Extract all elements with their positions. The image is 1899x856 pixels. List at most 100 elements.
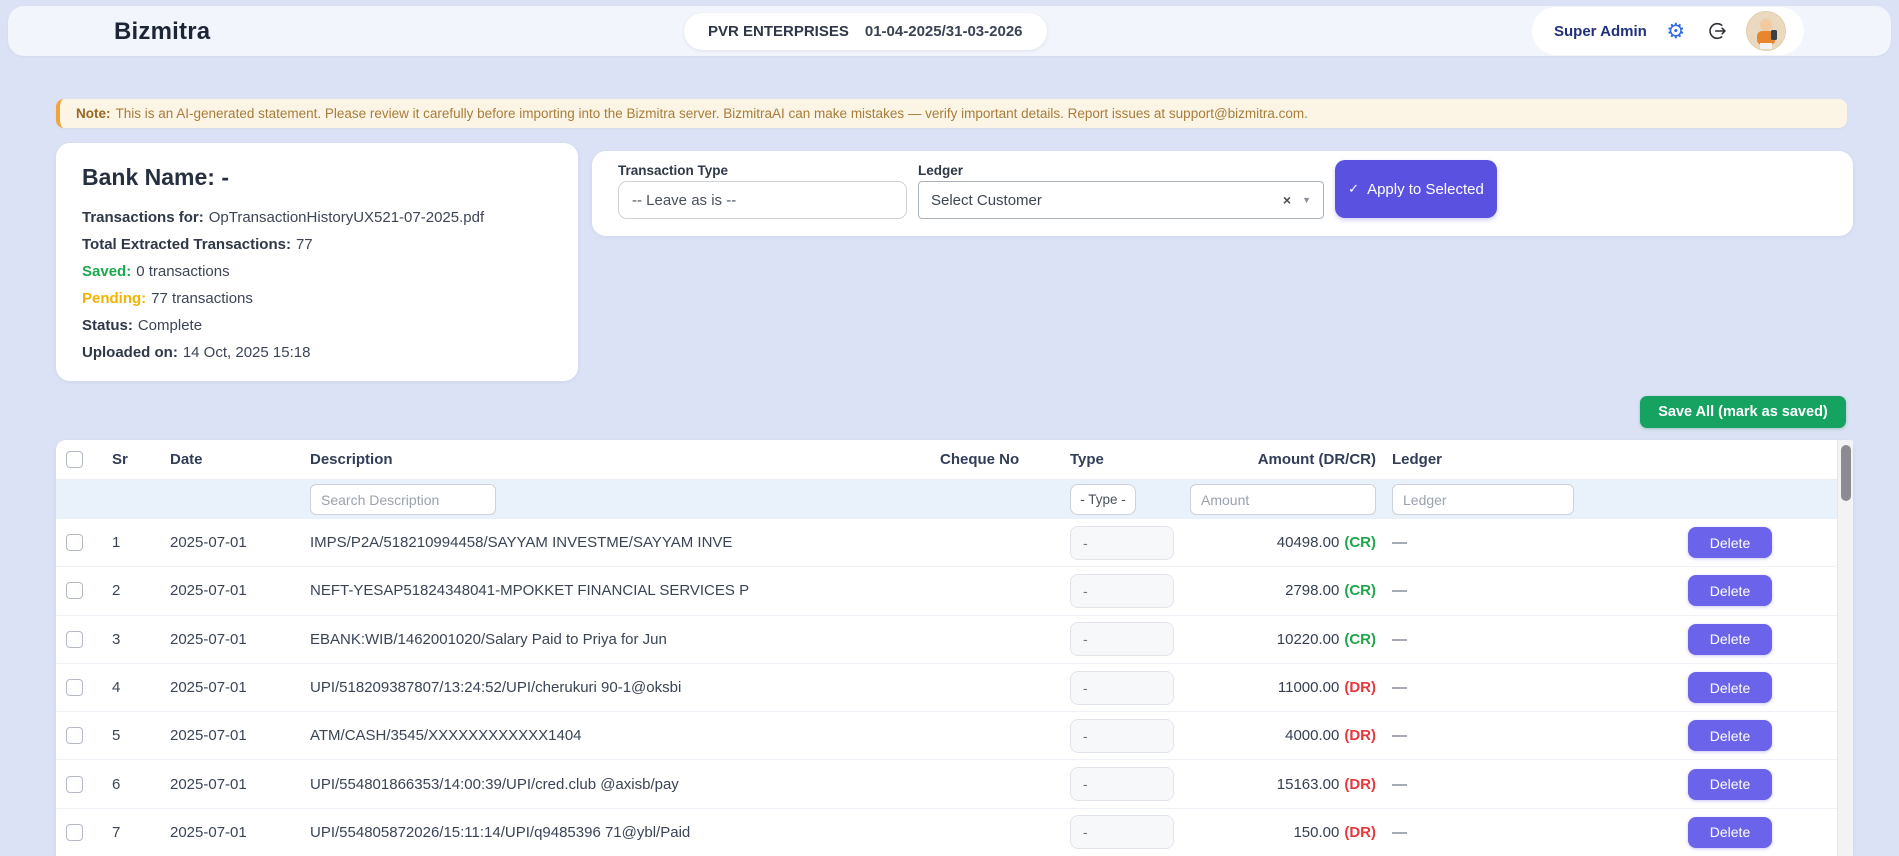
summary-label: Status: (82, 317, 133, 334)
delete-button[interactable]: Delete (1688, 527, 1772, 559)
ledger-select[interactable]: Select Customer × ▼ (918, 181, 1324, 219)
transaction-type-select[interactable]: -- Leave as is -- (618, 181, 907, 219)
logout-button[interactable] (1705, 19, 1729, 43)
note-label: Note: (76, 106, 111, 121)
user-menu: Super Admin ⚙ (1532, 7, 1804, 55)
row-type-select[interactable]: - (1070, 815, 1174, 850)
top-bar: Bizmitra PVR ENTERPRISES 01-04-2025/31-0… (8, 6, 1891, 56)
bank-name-title: Bank Name: - (82, 164, 229, 190)
delete-button[interactable]: Delete (1688, 672, 1772, 704)
cell-sr: 3 (112, 630, 121, 648)
user-avatar[interactable] (1745, 11, 1786, 51)
header-amount: Amount (DR/CR) (1257, 451, 1376, 468)
summary-value: OpTransactionHistoryUX521-07-2025.pdf (208, 209, 485, 226)
table-row: 7 2025-07-01 UPI/554805872026/15:11:14/U… (56, 809, 1837, 856)
row-checkbox[interactable] (66, 630, 83, 648)
amount-filter-input[interactable] (1190, 484, 1376, 515)
company-period-pill[interactable]: PVR ENTERPRISES 01-04-2025/31-03-2026 (684, 13, 1047, 50)
cell-ledger: — (1392, 630, 1407, 648)
settings-button[interactable]: ⚙ (1664, 19, 1688, 43)
row-checkbox[interactable] (66, 582, 83, 600)
apply-to-selected-button[interactable]: ✓ Apply to Selected (1335, 160, 1497, 218)
summary-value: 14 Oct, 2025 15:18 (182, 344, 311, 361)
ai-note-banner: Note: This is an AI-generated statement. … (56, 99, 1847, 128)
summary-label: Transactions for: (82, 209, 204, 226)
bulk-action-card: Transaction Type -- Leave as is -- Ledge… (592, 151, 1853, 236)
cell-date: 2025-07-01 (170, 534, 247, 552)
cell-ledger: — (1392, 582, 1407, 600)
cell-description: EBANK:WIB/1462001020/Salary Paid to Priy… (310, 630, 667, 648)
cell-amount: 11000.00 (1277, 679, 1340, 697)
table-row: 5 2025-07-01 ATM/CASH/3545/XXXXXXXXXXXX1… (56, 712, 1837, 761)
cell-date: 2025-07-01 (170, 630, 247, 648)
delete-button[interactable]: Delete (1688, 816, 1772, 848)
drcr-badge: (CR) (1344, 630, 1376, 648)
row-checkbox[interactable] (66, 727, 83, 745)
cell-amount: 15163.00 (1276, 775, 1340, 793)
row-type-select[interactable]: - (1070, 670, 1174, 705)
cell-ledger: — (1392, 727, 1407, 745)
delete-button[interactable]: Delete (1688, 768, 1772, 800)
row-type-select[interactable]: - (1070, 525, 1174, 560)
header-cheque-no: Cheque No (940, 451, 1020, 468)
row-checkbox[interactable] (66, 775, 83, 793)
summary-value: 0 transactions (136, 263, 230, 280)
cell-sr: 1 (112, 534, 121, 552)
scrollbar-thumb[interactable] (1841, 445, 1851, 501)
cell-sr: 6 (112, 775, 121, 793)
header-date: Date (170, 451, 203, 468)
transaction-type-label: Transaction Type (618, 163, 729, 178)
company-name: PVR ENTERPRISES (708, 23, 849, 40)
row-type-select[interactable]: - (1070, 718, 1174, 753)
cell-ledger: — (1392, 679, 1407, 697)
summary-label: Saved: (82, 263, 132, 280)
table-row: 4 2025-07-01 UPI/518209387807/13:24:52/U… (56, 664, 1837, 713)
clear-selection-icon[interactable]: × (1283, 192, 1291, 208)
summary-value: Complete (137, 317, 203, 334)
search-description-input[interactable] (310, 484, 496, 515)
app-logo[interactable]: Bizmitra (114, 18, 210, 46)
table-header-row: Sr Date Description Cheque No Type Amoun… (56, 440, 1837, 480)
ledger-filter-input[interactable] (1392, 484, 1574, 515)
table-scrollbar[interactable] (1837, 440, 1853, 856)
drcr-badge: (CR) (1344, 534, 1376, 552)
summary-line: Pending: 77 transactions (82, 285, 552, 312)
row-type-select[interactable]: - (1070, 767, 1174, 802)
delete-button[interactable]: Delete (1688, 623, 1772, 655)
row-checkbox[interactable] (66, 679, 83, 697)
cell-amount: 2798.00 (1285, 582, 1340, 600)
chevron-down-icon: ▼ (1302, 195, 1311, 205)
summary-label: Uploaded on: (82, 344, 178, 361)
row-type-select[interactable]: - (1070, 622, 1174, 657)
select-all-checkbox[interactable] (66, 451, 83, 468)
ledger-value: Select Customer (931, 191, 1042, 209)
row-checkbox[interactable] (66, 823, 83, 841)
summary-label: Pending: (82, 290, 147, 307)
drcr-badge: (DR) (1344, 823, 1376, 841)
delete-button[interactable]: Delete (1688, 720, 1772, 752)
header-type: Type (1070, 451, 1104, 468)
save-all-button[interactable]: Save All (mark as saved) (1640, 396, 1846, 428)
cell-amount: 10220.00 (1276, 630, 1340, 648)
statement-summary-card: Bank Name: - Transactions for: OpTransact… (56, 143, 578, 381)
gear-icon: ⚙ (1666, 19, 1686, 43)
cell-amount: 40498.00 (1276, 534, 1340, 552)
cell-description: UPI/554801866353/14:00:39/UPI/cred.club … (310, 775, 679, 793)
table-row: 6 2025-07-01 UPI/554801866353/14:00:39/U… (56, 760, 1837, 809)
cell-sr: 4 (112, 679, 121, 697)
fiscal-period: 01-04-2025/31-03-2026 (864, 23, 1023, 40)
summary-line: Status: Complete (82, 312, 552, 339)
cell-amount: 150.00 (1293, 823, 1340, 841)
summary-lines: Transactions for: OpTransactionHistoryUX5… (82, 204, 552, 366)
row-type-select[interactable]: - (1070, 573, 1174, 608)
cell-description: UPI/518209387807/13:24:52/UPI/cherukuri … (310, 679, 682, 697)
row-checkbox[interactable] (66, 534, 83, 552)
apply-button-label: Apply to Selected (1367, 180, 1484, 198)
cell-date: 2025-07-01 (170, 582, 247, 600)
drcr-badge: (CR) (1344, 582, 1376, 600)
type-filter-select[interactable]: - Type - (1070, 484, 1136, 515)
cell-sr: 5 (112, 727, 121, 745)
cell-ledger: — (1392, 775, 1407, 793)
cell-ledger: — (1392, 534, 1407, 552)
delete-button[interactable]: Delete (1688, 575, 1772, 607)
